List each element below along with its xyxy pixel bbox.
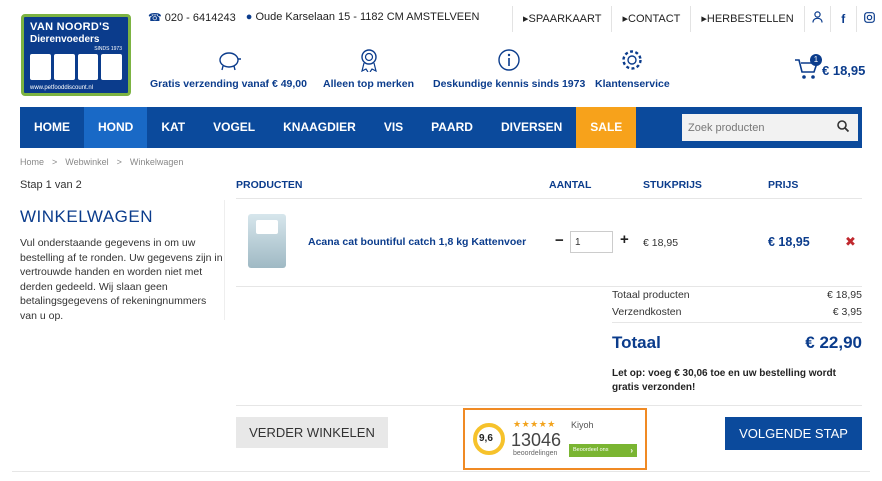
nav-knaagdier[interactable]: KNAAGDIER — [269, 107, 370, 148]
shipping-value: € 3,95 — [832, 306, 862, 318]
nav-kat[interactable]: KAT — [147, 107, 199, 148]
shipping-label: Verzendkosten — [612, 306, 682, 318]
top-links: ▸SPAARKAART ▸CONTACT ▸HERBESTELLEN f — [512, 6, 882, 32]
chevron-right-icon: › — [630, 446, 633, 455]
page-title: WINKELWAGEN — [20, 207, 154, 226]
total-label: Totaal — [612, 333, 661, 352]
logo-animals — [30, 54, 122, 80]
quantity-decrease-button[interactable]: − — [555, 232, 564, 249]
footer-divider — [236, 405, 862, 406]
total-value: € 22,90 — [805, 333, 862, 352]
review-count: 13046 — [511, 430, 562, 450]
row-divider — [236, 286, 862, 287]
usp-top-brands: Alleen top merken — [323, 48, 414, 90]
subtotal-value: € 18,95 — [826, 289, 862, 301]
col-header-price: PRIJS — [768, 179, 799, 191]
col-header-quantity: AANTAL — [549, 179, 592, 191]
col-header-products: PRODUCTEN — [236, 179, 303, 191]
phone[interactable]: ☎ 020 - 6414243 — [148, 11, 236, 24]
location-pin-icon: ● — [245, 11, 253, 23]
piggy-bank-icon — [218, 52, 241, 71]
product-name[interactable]: Acana cat bountiful catch 1,8 kg Kattenv… — [308, 236, 526, 248]
breadcrumb-webwinkel[interactable]: Webwinkel — [65, 157, 108, 167]
review-count-label: beoordelingen — [513, 450, 558, 457]
column-divider — [224, 200, 225, 320]
link-contact[interactable]: ▸CONTACT — [611, 6, 690, 32]
phone-icon: ☎ — [148, 12, 162, 24]
gear-icon — [622, 50, 643, 70]
usp-expertise: Deskundige kennis sinds 1973 — [433, 48, 585, 90]
kiyoh-score: 9,6 — [479, 433, 493, 444]
kiyoh-brand: Kiyoh — [571, 420, 594, 430]
step-indicator: Stap 1 van 2 — [20, 179, 82, 191]
breadcrumb-home[interactable]: Home — [20, 157, 44, 167]
rating-stars: ★★★★★ — [513, 419, 556, 429]
nav-vogel[interactable]: VOGEL — [199, 107, 269, 148]
nav-sale[interactable]: SALE — [576, 107, 637, 148]
product-image[interactable] — [248, 214, 286, 268]
award-icon — [360, 49, 377, 72]
cart-summary[interactable]: 1 € 18,95 — [794, 54, 865, 83]
subtotal-label: Totaal producten — [612, 289, 690, 301]
search-icon[interactable] — [836, 119, 850, 133]
nav-paard[interactable]: PAARD — [417, 107, 487, 148]
info-icon — [498, 49, 520, 71]
link-spaarkaart[interactable]: ▸SPAARKAART — [512, 6, 611, 32]
summary-divider — [612, 322, 862, 323]
rate-us-button[interactable]: Beoordeel ons › — [569, 444, 637, 457]
line-price: € 18,95 — [768, 235, 810, 249]
cart-count-badge: 1 — [810, 54, 822, 66]
nav-home[interactable]: HOME — [20, 107, 84, 148]
instagram-icon[interactable] — [855, 6, 882, 32]
continue-shopping-button[interactable]: VERDER WINKELEN — [236, 417, 388, 448]
next-step-button[interactable]: VOLGENDE STAP — [725, 417, 862, 450]
nav-diversen[interactable]: DIVERSEN — [487, 107, 576, 148]
link-herbestellen[interactable]: ▸HERBESTELLEN — [690, 6, 803, 32]
user-icon[interactable] — [803, 6, 830, 32]
contact-info: ☎ 020 - 6414243 ● Oude Karselaan 15 - 11… — [148, 11, 479, 24]
free-shipping-note: Let op: voeg € 30,06 toe en uw bestellin… — [612, 368, 836, 393]
top-bar: ☎ 020 - 6414243 ● Oude Karselaan 15 - 11… — [0, 0, 882, 36]
usp-customer-service[interactable]: Klantenservice — [595, 48, 670, 90]
site-logo[interactable]: VAN NOORD'S Dierenvoeders SINDS 1973 www… — [21, 14, 131, 96]
quantity-input[interactable] — [570, 231, 613, 253]
kiyoh-rating-widget[interactable]: 9,6 ★★★★★ Kiyoh 13046 beoordelingen Beoo… — [463, 408, 647, 470]
usp-free-shipping: Gratis verzending vanaf € 49,00 — [150, 48, 307, 90]
nav-hond[interactable]: HOND — [84, 107, 148, 148]
breadcrumb-current: Winkelwagen — [129, 157, 184, 167]
col-header-unit-price: STUKPRIJS — [643, 179, 702, 191]
remove-item-icon[interactable]: ✖ — [845, 234, 856, 250]
quantity-increase-button[interactable]: + — [620, 231, 629, 248]
facebook-icon[interactable]: f — [829, 6, 856, 32]
cart-total: € 18,95 — [822, 63, 866, 78]
unit-price: € 18,95 — [643, 237, 679, 249]
page-bottom-divider — [12, 471, 870, 472]
breadcrumb: Home > Webwinkel > Winkelwagen — [20, 157, 184, 167]
address: ● Oude Karselaan 15 - 1182 CM AMSTELVEEN — [245, 11, 480, 23]
nav-vis[interactable]: VIS — [370, 107, 417, 148]
header-divider — [236, 198, 862, 199]
search-input[interactable]: Zoek producten — [682, 114, 858, 141]
intro-text: Vul onderstaande gegevens in om uw beste… — [20, 237, 223, 322]
search-placeholder: Zoek producten — [688, 122, 765, 134]
